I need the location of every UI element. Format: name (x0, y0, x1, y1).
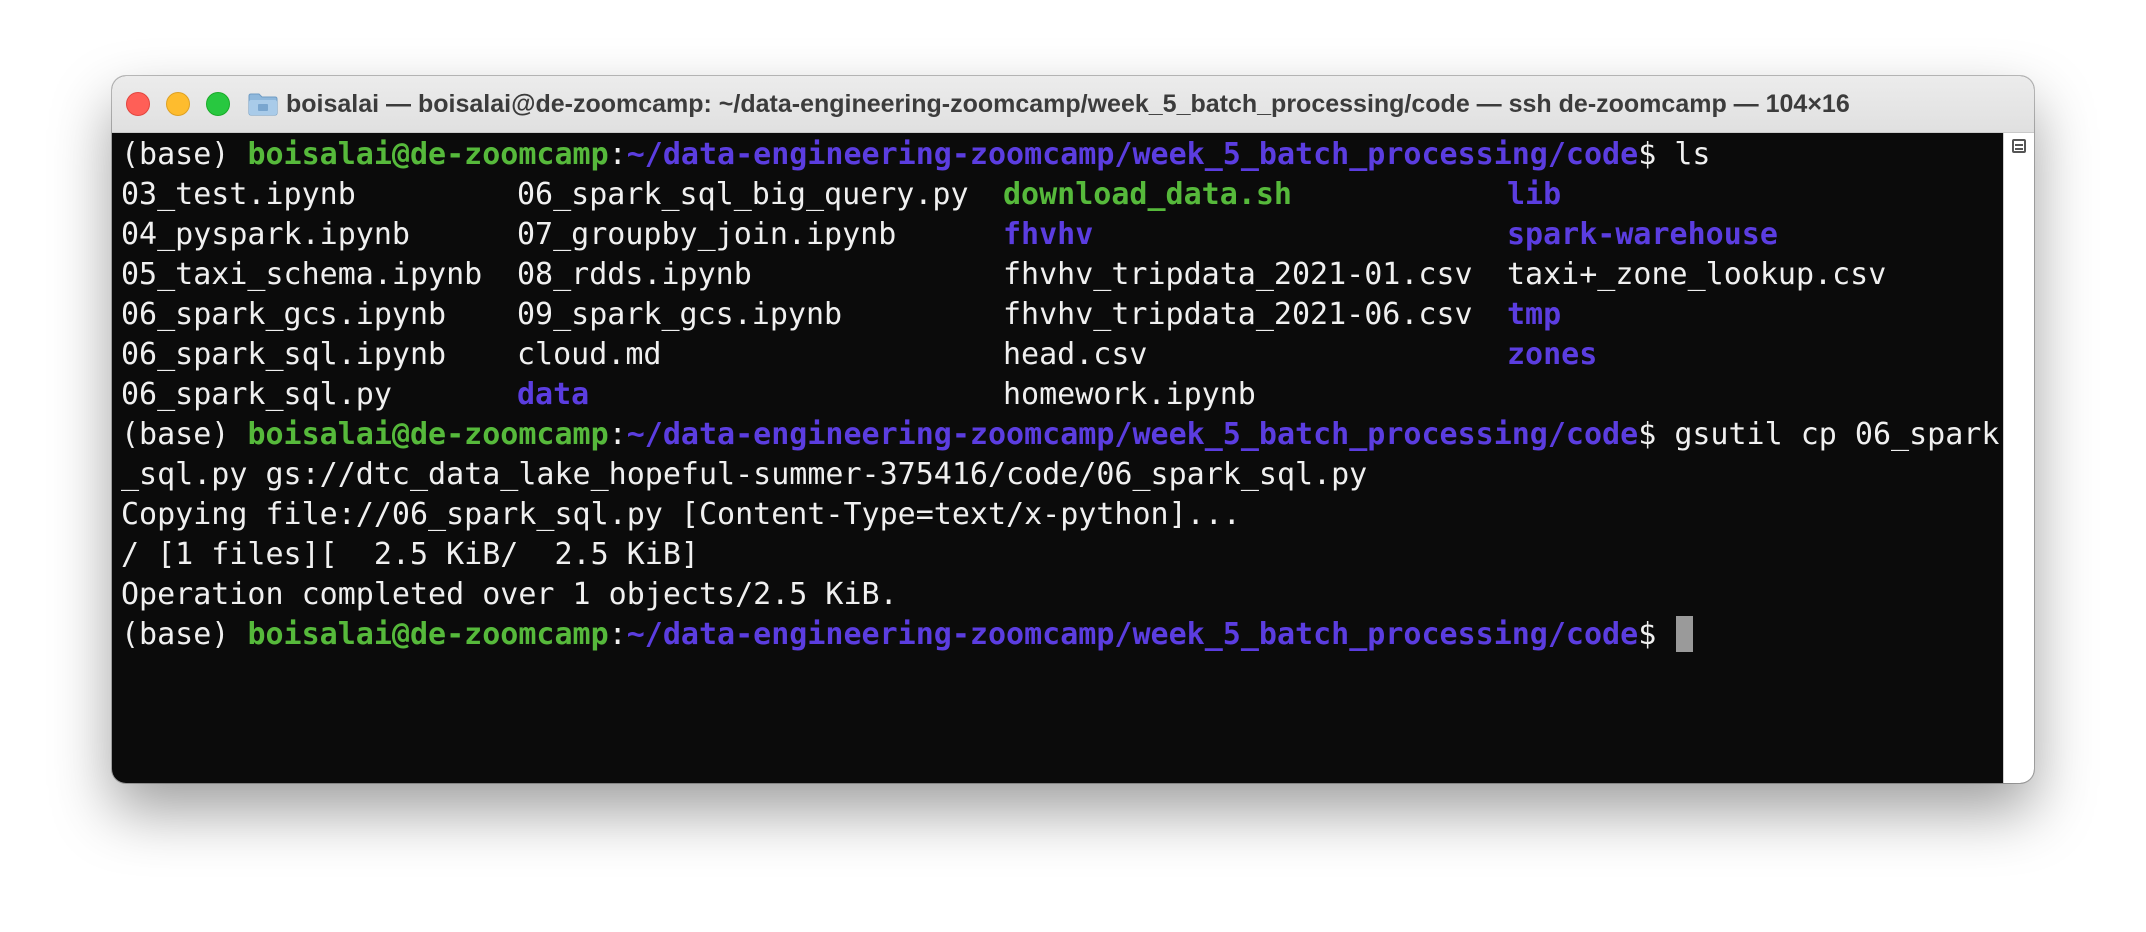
executable-entry: download_data.sh (1003, 177, 1292, 212)
minimize-button[interactable] (166, 92, 190, 116)
directory-entry: lib (1507, 177, 1562, 212)
ls-row: 03_test.ipynb 06_spark_sql_big_query.py … (121, 175, 2002, 215)
file-entry: 06_spark_sql_big_query.py (517, 177, 969, 212)
directory-entry: spark-warehouse (1507, 217, 1778, 252)
output-line: Operation completed over 1 objects/2.5 K… (121, 577, 898, 612)
file-entry: 05_taxi_schema.ipynb (121, 257, 483, 292)
directory-entry: tmp (1507, 297, 1562, 332)
window-title: boisalai — boisalai@de-zoomcamp: ~/data-… (286, 90, 1850, 118)
directory-entry: zones (1507, 337, 1598, 372)
ls-row: 06_spark_gcs.ipynb 09_spark_gcs.ipynb fh… (121, 295, 2002, 335)
file-entry: 03_test.ipynb (121, 177, 356, 212)
file-entry: fhvhv_tripdata_2021-01.csv (1003, 257, 1473, 292)
ls-row: 06_spark_sql.ipynb cloud.md head.csv zon… (121, 335, 2002, 375)
prompt-symbol: $ (1638, 617, 1675, 652)
prompt-line: (base) boisalai@de-zoomcamp:~/data-engin… (121, 615, 2002, 655)
maximize-button[interactable] (206, 92, 230, 116)
close-button[interactable] (126, 92, 150, 116)
scrollbar[interactable] (2003, 133, 2034, 783)
file-entry: 06_spark_sql.ipynb (121, 337, 447, 372)
command-ls: ls (1674, 137, 1711, 172)
text-cursor[interactable] (1676, 616, 1694, 652)
working-directory: ~/data-engineering-zoomcamp/week_5_batch… (626, 417, 1639, 452)
ls-row: 05_taxi_schema.ipynb 08_rdds.ipynb fhvhv… (121, 255, 2002, 295)
folder-icon (248, 93, 278, 116)
prompt-separator: : (608, 137, 627, 172)
user-host: boisalai@de-zoomcamp (247, 137, 609, 172)
command-continuation: _sql.py gs://dtc_data_lake_hopeful-summe… (121, 457, 1368, 492)
file-entry: 06_spark_gcs.ipynb (121, 297, 447, 332)
file-entry: cloud.md (517, 337, 662, 372)
file-entry: 06_spark_sql.py (121, 377, 392, 412)
directory-entry: fhvhv (1003, 217, 1094, 252)
directory-entry: data (517, 377, 590, 412)
mark-icon[interactable] (2012, 139, 2026, 153)
file-entry: homework.ipynb (1003, 377, 1256, 412)
conda-env: (base) (121, 617, 248, 652)
file-entry: 09_spark_gcs.ipynb (517, 297, 843, 332)
file-entry: head.csv (1003, 337, 1148, 372)
prompt-line: (base) boisalai@de-zoomcamp:~/data-engin… (121, 415, 2002, 455)
terminal-content[interactable]: (base) boisalai@de-zoomcamp:~/data-engin… (112, 133, 2002, 783)
output-line: / [1 files][ 2.5 KiB/ 2.5 KiB] (121, 537, 699, 572)
working-directory: ~/data-engineering-zoomcamp/week_5_batch… (626, 137, 1639, 172)
user-host: boisalai@de-zoomcamp (247, 617, 609, 652)
conda-env: (base) (121, 417, 248, 452)
command-gsutil: gsutil cp 06_spark (1674, 417, 2000, 452)
file-entry: 07_groupby_join.ipynb (517, 217, 897, 252)
conda-env: (base) (121, 137, 248, 172)
file-entry: fhvhv_tripdata_2021-06.csv (1003, 297, 1473, 332)
file-entry (1507, 375, 1987, 415)
prompt-separator: : (608, 617, 627, 652)
prompt-line: (base) boisalai@de-zoomcamp:~/data-engin… (121, 135, 2002, 175)
file-entry: taxi+_zone_lookup.csv (1507, 257, 1887, 292)
file-entry: 04_pyspark.ipynb (121, 217, 410, 252)
user-host: boisalai@de-zoomcamp (247, 417, 609, 452)
prompt-symbol: $ (1638, 417, 1675, 452)
ls-row: 04_pyspark.ipynb 07_groupby_join.ipynb f… (121, 215, 2002, 255)
file-entry: 08_rdds.ipynb (517, 257, 752, 292)
working-directory: ~/data-engineering-zoomcamp/week_5_batch… (626, 617, 1639, 652)
output-line: Copying file://06_spark_sql.py [Content-… (121, 497, 1241, 532)
title-bar[interactable]: boisalai — boisalai@de-zoomcamp: ~/data-… (112, 76, 2034, 133)
ls-row: 06_spark_sql.py data homework.ipynb (121, 375, 2002, 415)
terminal-window: boisalai — boisalai@de-zoomcamp: ~/data-… (112, 76, 2034, 783)
prompt-symbol: $ (1638, 137, 1675, 172)
prompt-separator: : (608, 417, 627, 452)
